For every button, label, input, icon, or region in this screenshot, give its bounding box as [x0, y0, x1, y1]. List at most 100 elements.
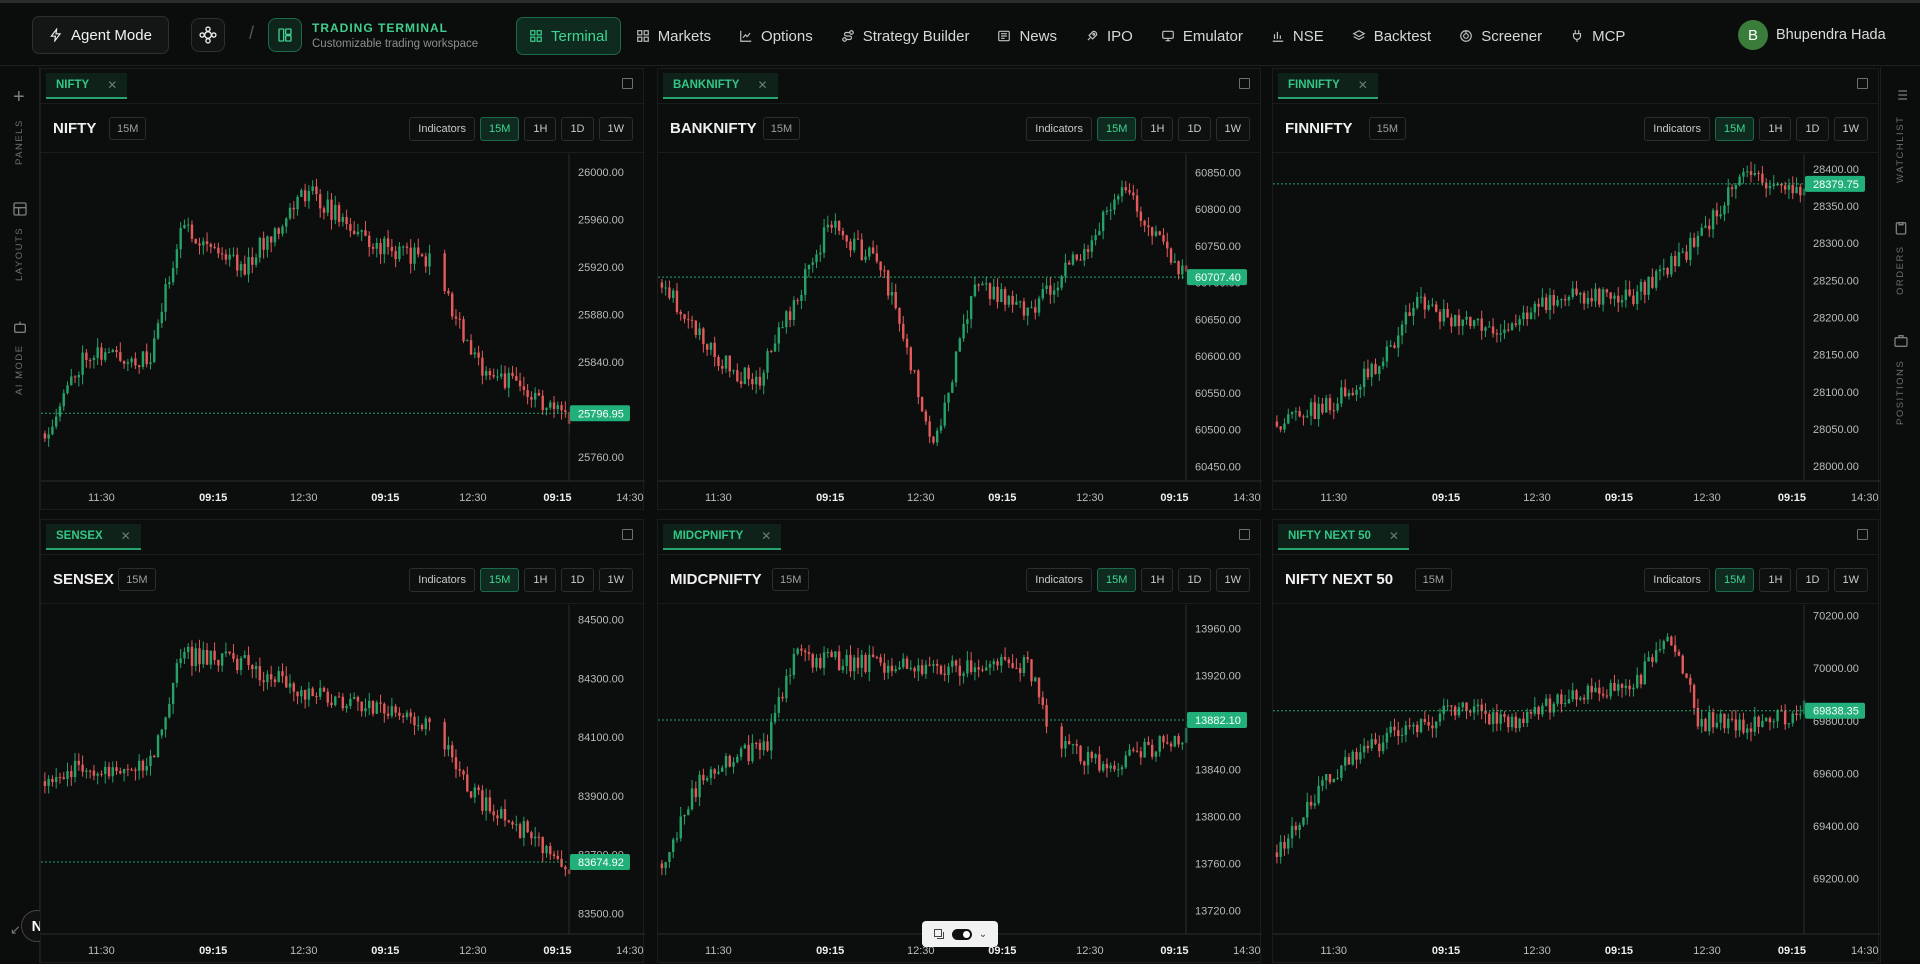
- indicators-button[interactable]: Indicators: [1644, 117, 1710, 141]
- rail-watchlist[interactable]: WATCHLIST: [1895, 116, 1906, 183]
- layout-icon[interactable]: [12, 201, 28, 217]
- tf-button-1h[interactable]: 1H: [524, 117, 557, 141]
- candle-body: [119, 352, 122, 361]
- candle-body: [951, 382, 954, 393]
- candlestick-chart[interactable]: 60850.0060800.0060750.0060700.0060650.00…: [658, 154, 1262, 511]
- close-icon[interactable]: ✕: [761, 529, 771, 543]
- rail-orders[interactable]: ORDERS: [1895, 245, 1906, 295]
- candlestick-chart[interactable]: 28400.00 28350.00 28300.00 28250.00 28200.00…: [1273, 154, 1880, 511]
- toggle-widget[interactable]: ⌄: [922, 921, 998, 947]
- nav-strategy-builder[interactable]: Strategy Builder: [828, 17, 983, 55]
- candle-body: [1355, 751, 1358, 760]
- panel-tab[interactable]: MIDCPNIFTY ✕: [663, 524, 782, 550]
- tf-button-15m[interactable]: 15M: [479, 117, 520, 141]
- tf-button-1d[interactable]: 1D: [1796, 117, 1829, 141]
- tf-button-15m[interactable]: 15M: [479, 568, 520, 592]
- nav-options[interactable]: Options: [726, 17, 826, 55]
- toggle-switch[interactable]: [951, 928, 972, 940]
- robot-icon[interactable]: [12, 319, 28, 335]
- tf-button-1d[interactable]: 1D: [561, 117, 594, 141]
- close-icon[interactable]: ✕: [121, 529, 131, 543]
- briefcase-icon[interactable]: [1893, 333, 1909, 349]
- candle-body: [466, 340, 469, 342]
- candle-body: [1529, 712, 1533, 714]
- tf-button-15m[interactable]: 15M: [1714, 568, 1755, 592]
- candle-body: [1537, 303, 1540, 307]
- candle-body: [454, 757, 458, 770]
- close-icon[interactable]: ✕: [1389, 529, 1399, 543]
- panel-tab[interactable]: FINNIFTY ✕: [1278, 73, 1378, 99]
- candle-body: [1529, 312, 1533, 320]
- expand-icon[interactable]: [622, 78, 633, 89]
- tf-button-1w[interactable]: 1W: [598, 117, 633, 141]
- tf-button-1d[interactable]: 1D: [1796, 568, 1829, 592]
- candle-body: [1575, 288, 1578, 295]
- nav-emulator[interactable]: Emulator: [1148, 17, 1256, 55]
- tf-button-1h[interactable]: 1H: [1759, 117, 1792, 141]
- nav-screener[interactable]: Screener: [1446, 17, 1555, 55]
- indicators-button[interactable]: Indicators: [1026, 117, 1092, 141]
- plus-icon[interactable]: +: [13, 86, 25, 109]
- nav-mcp[interactable]: MCP: [1557, 17, 1638, 55]
- candlestick-chart[interactable]: 13960.0013920.0013880.0013840.0013800.00…: [658, 605, 1262, 964]
- panel-tab[interactable]: NIFTY ✕: [46, 73, 128, 99]
- tf-button-1h[interactable]: 1H: [1141, 117, 1174, 141]
- tf-button-1h[interactable]: 1H: [1141, 568, 1174, 592]
- rail-panels[interactable]: PANELS: [14, 119, 25, 165]
- candle-body: [1438, 713, 1442, 722]
- indicators-button[interactable]: Indicators: [1026, 568, 1092, 592]
- clipboard-icon[interactable]: [1893, 220, 1909, 236]
- tf-button-1w[interactable]: 1W: [1833, 117, 1868, 141]
- rail-positions[interactable]: POSITIONS: [1895, 360, 1906, 425]
- collapse-icon[interactable]: ↙: [10, 922, 21, 938]
- tf-button-15m[interactable]: 15M: [1096, 117, 1137, 141]
- tf-button-1w[interactable]: 1W: [1833, 568, 1868, 592]
- tf-button-15m[interactable]: 15M: [1714, 117, 1755, 141]
- panel-symbol: BANKNIFTY: [670, 120, 757, 137]
- tf-button-1d[interactable]: 1D: [1178, 568, 1211, 592]
- tf-button-15m[interactable]: 15M: [1096, 568, 1137, 592]
- panel-tab[interactable]: NIFTY NEXT 50 ✕: [1278, 524, 1409, 550]
- close-icon[interactable]: ✕: [107, 78, 117, 92]
- panel-tab[interactable]: SENSEX ✕: [46, 524, 141, 550]
- candlestick-chart[interactable]: 70200.0070000.0069800.0069600.0069400.00…: [1273, 605, 1880, 964]
- agent-mode-button[interactable]: Agent Mode: [32, 16, 169, 54]
- user-menu[interactable]: B Bhupendra Hada: [1738, 20, 1886, 50]
- nav-markets[interactable]: Markets: [623, 17, 724, 55]
- candlestick-chart[interactable]: 26000.00 25960.00 25920.00 25880.00 25840.00…: [41, 154, 645, 511]
- list-icon[interactable]: [1893, 87, 1909, 103]
- tf-button-1d[interactable]: 1D: [561, 568, 594, 592]
- candle-body: [1083, 761, 1086, 766]
- rail-layouts[interactable]: LAYOUTS: [14, 227, 25, 281]
- chart-panel-midcpnifty: MIDCPNIFTY ✕ MIDCPNIFTY 15M Indicators 1…: [657, 519, 1262, 964]
- tf-button-1w[interactable]: 1W: [1215, 568, 1250, 592]
- rail-ai-mode[interactable]: AI MODE: [14, 344, 25, 395]
- indicators-button[interactable]: Indicators: [409, 117, 475, 141]
- close-icon[interactable]: ✕: [757, 78, 767, 92]
- indicators-button[interactable]: Indicators: [409, 568, 475, 592]
- chevron-down-icon[interactable]: ⌄: [979, 929, 987, 940]
- nav-ipo[interactable]: IPO: [1072, 17, 1146, 55]
- close-icon[interactable]: ✕: [1358, 78, 1368, 92]
- tf-button-1h[interactable]: 1H: [524, 568, 557, 592]
- expand-icon[interactable]: [622, 529, 633, 540]
- expand-icon[interactable]: [1239, 78, 1250, 89]
- nav-terminal[interactable]: Terminal: [516, 17, 621, 55]
- nav-news[interactable]: News: [984, 17, 1070, 55]
- candlestick-chart[interactable]: 84500.0084300.0084100.0083900.0083700.00…: [41, 605, 645, 964]
- indicators-button[interactable]: Indicators: [1644, 568, 1710, 592]
- candle-body: [62, 777, 65, 779]
- nav-nse[interactable]: NSE: [1258, 17, 1337, 55]
- candle-body: [1579, 697, 1582, 700]
- tf-button-1w[interactable]: 1W: [598, 568, 633, 592]
- expand-icon[interactable]: [1239, 529, 1250, 540]
- candle-body: [758, 743, 762, 751]
- nav-backtest[interactable]: Backtest: [1339, 17, 1445, 55]
- tf-button-1h[interactable]: 1H: [1759, 568, 1792, 592]
- expand-icon[interactable]: [1857, 78, 1868, 89]
- expand-icon[interactable]: [1857, 529, 1868, 540]
- tf-button-1w[interactable]: 1W: [1215, 117, 1250, 141]
- tf-button-1d[interactable]: 1D: [1178, 117, 1211, 141]
- panel-tab[interactable]: BANKNIFTY ✕: [663, 73, 778, 99]
- app-logo[interactable]: [191, 18, 225, 52]
